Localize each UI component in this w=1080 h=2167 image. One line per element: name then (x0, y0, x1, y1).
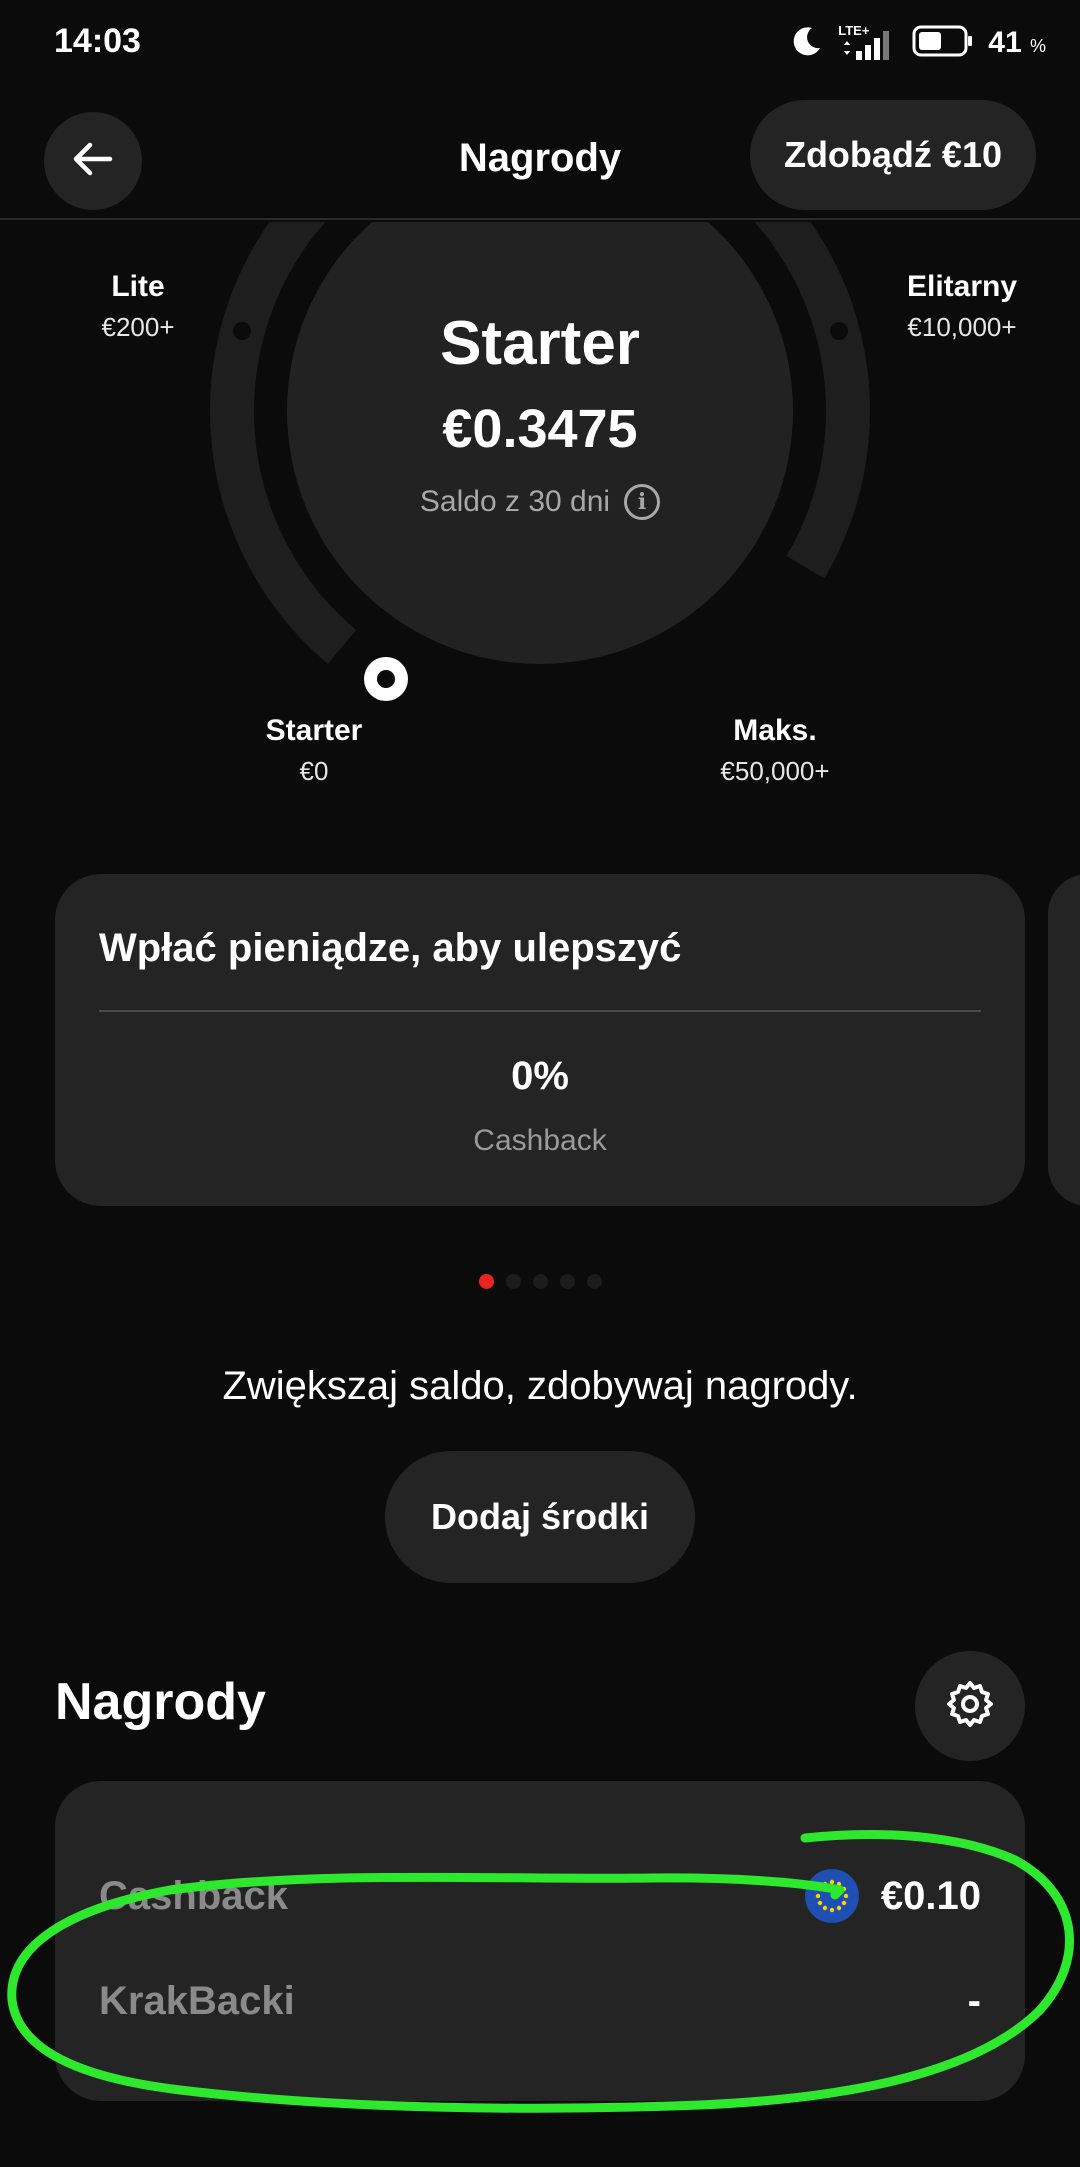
tier-marker-elite (830, 322, 848, 340)
promo-text: Zwiększaj saldo, zdobywaj nagrody. (222, 1364, 858, 1408)
rewards-heading: Nagrody (55, 1673, 266, 1731)
divider (99, 1010, 981, 1012)
battery-percent-sign: % (1029, 36, 1046, 56)
carousel-pager (0, 1274, 1080, 1289)
header: Nagrody Zdobądź €10 (0, 90, 1080, 220)
tier-label-lite: Lite €200+ (58, 270, 218, 343)
battery-icon (912, 23, 974, 64)
reward-value: €0.10 (804, 1869, 981, 1923)
reward-value: - (967, 1978, 981, 2023)
gear-icon (945, 1679, 995, 1734)
rewards-settings-button[interactable] (915, 1651, 1025, 1761)
tier-label-threshold: €200+ (101, 312, 175, 342)
tier-label-starter: Starter €0 (234, 714, 394, 787)
eu-flag-icon (804, 1869, 859, 1923)
tier-label-max: Maks. €50,000+ (690, 714, 860, 787)
balance-caption-text: Saldo z 30 dni (419, 485, 611, 518)
cashback-rate: 0% (511, 1054, 569, 1098)
signal-icon: LTE+ (838, 23, 898, 63)
tier-label-threshold: €10,000+ (907, 312, 1017, 342)
reward-row-cashback[interactable]: Cashback €0.10 (99, 1866, 981, 1926)
tier-marker-max (684, 669, 702, 687)
add-funds-button[interactable]: Dodaj środki (385, 1451, 695, 1583)
current-tier-name: Starter (440, 309, 640, 378)
battery-percent-value: 41 (988, 26, 1022, 59)
reward-row-krakbacks[interactable]: KrakBacki - (99, 1971, 981, 2031)
rewards-card: Cashback €0.10 KrakBacki - (55, 1781, 1025, 2101)
tier-label-name: Maks. (733, 714, 817, 747)
next-card-peek[interactable] (1048, 874, 1080, 1206)
tier-progress-dial: Starter €0.3475 Saldo z 30 dni i Lite €2… (0, 222, 1080, 822)
tier-marker-lite (233, 322, 251, 340)
reward-label: KrakBacki (99, 1978, 295, 2023)
tier-balance: €0.3475 (442, 399, 638, 459)
pager-dot-active[interactable] (478, 1274, 494, 1289)
cashback-rate-label: Cashback (473, 1124, 607, 1157)
battery-percent: 41 % (988, 26, 1046, 60)
tier-label-threshold: €50,000+ (720, 756, 830, 786)
status-icons: LTE+ 41 % (790, 20, 1046, 66)
pager-dot[interactable] (505, 1274, 521, 1289)
pager-dot[interactable] (586, 1274, 602, 1289)
upgrade-card[interactable]: Wpłać pieniądze, aby ulepszyć 0% Cashbac… (55, 874, 1025, 1206)
tier-label-name: Starter (265, 714, 363, 747)
tier-label-name: Lite (111, 270, 165, 303)
reward-amount: €0.10 (880, 1873, 981, 1918)
status-bar: 14:03 LTE+ 41 % (0, 0, 1080, 90)
tier-label-elite: Elitarny €10,000+ (880, 270, 1044, 343)
info-icon[interactable]: i (624, 484, 661, 520)
pager-dot[interactable] (559, 1274, 575, 1289)
tier-label-threshold: €0 (299, 756, 329, 786)
tier-label-name: Elitarny (906, 270, 1018, 303)
balance-caption: Saldo z 30 dni i (340, 484, 740, 520)
upgrade-card-title: Wpłać pieniądze, aby ulepszyć (99, 926, 682, 970)
reward-label: Cashback (99, 1873, 288, 1918)
pager-dot[interactable] (532, 1274, 548, 1289)
moon-icon (790, 24, 824, 63)
earn-bonus-button[interactable]: Zdobądź €10 (749, 100, 1036, 210)
status-time: 14:03 (54, 22, 141, 60)
